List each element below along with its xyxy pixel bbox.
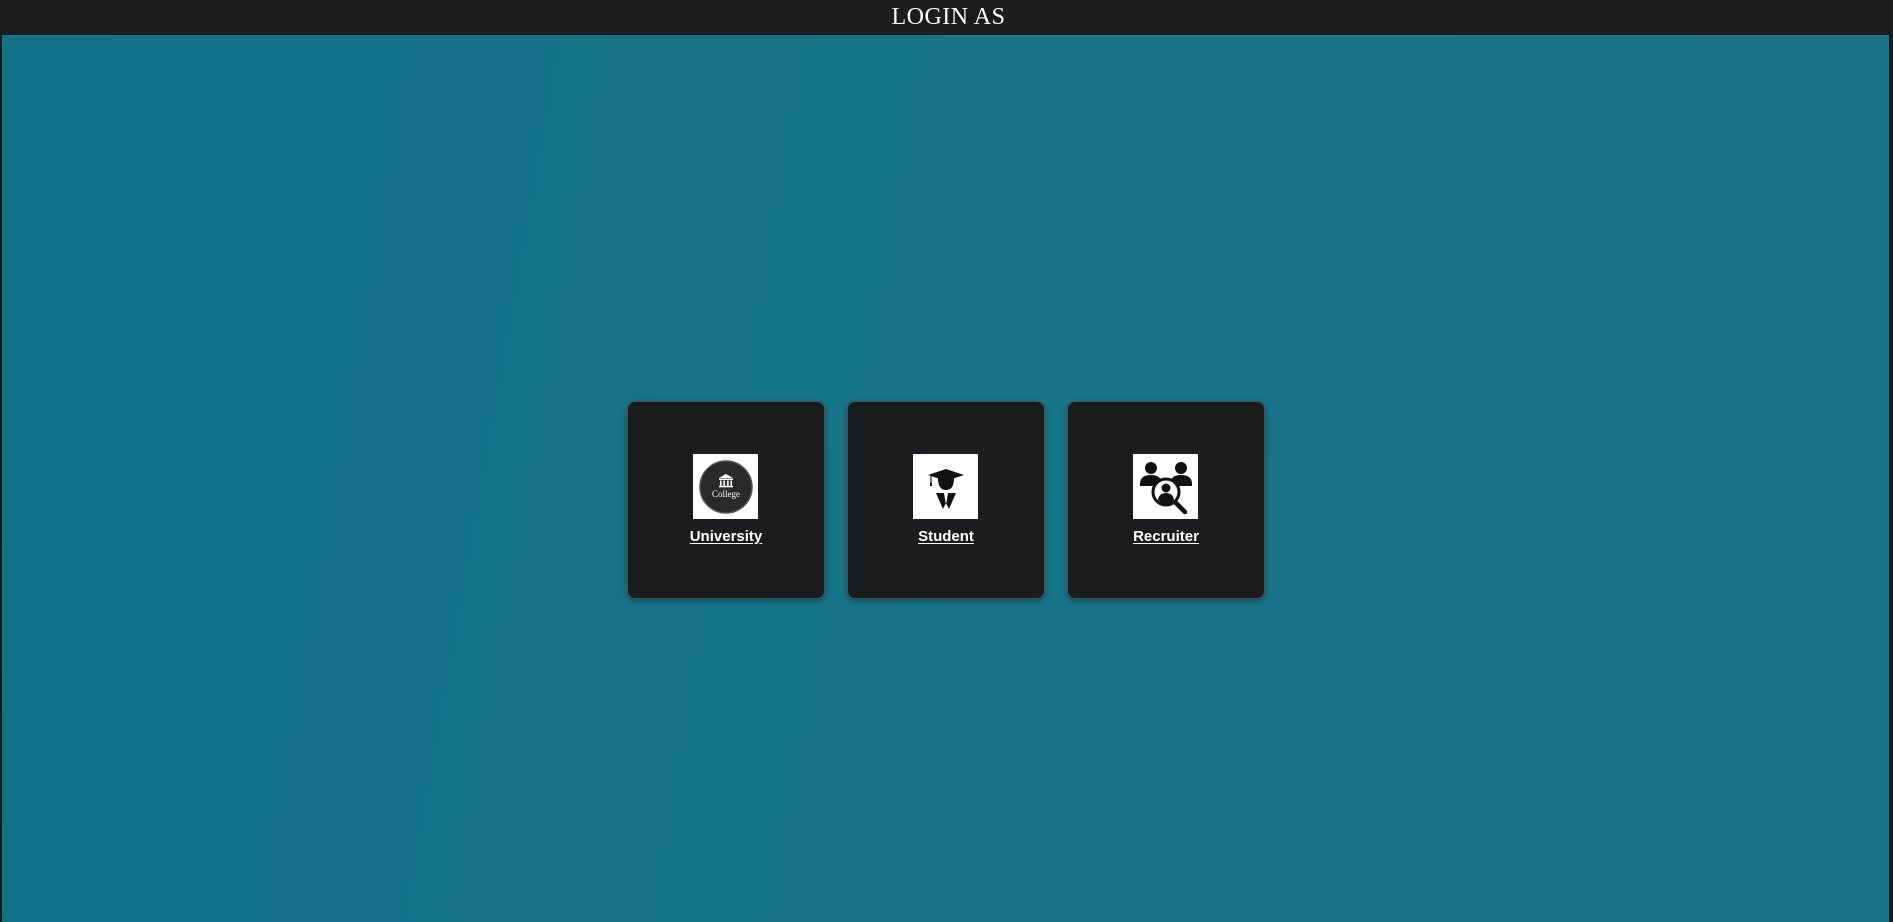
student-link[interactable]: Student bbox=[848, 528, 1044, 545]
recruiter-search-icon bbox=[1133, 454, 1198, 519]
college-icon: College bbox=[693, 454, 758, 519]
graduate-icon bbox=[913, 454, 978, 519]
login-option-university[interactable]: College University bbox=[627, 401, 825, 599]
main-content: College University Student Recruiter bbox=[2, 35, 1889, 922]
page-header: LOGIN AS bbox=[0, 0, 1893, 35]
university-link[interactable]: University bbox=[628, 528, 824, 545]
page-title: LOGIN AS bbox=[891, 4, 1006, 30]
login-option-recruiter[interactable]: Recruiter bbox=[1067, 401, 1265, 599]
recruiter-link[interactable]: Recruiter bbox=[1068, 528, 1264, 545]
login-option-student[interactable]: Student bbox=[847, 401, 1045, 599]
college-icon-label: College bbox=[712, 489, 740, 499]
